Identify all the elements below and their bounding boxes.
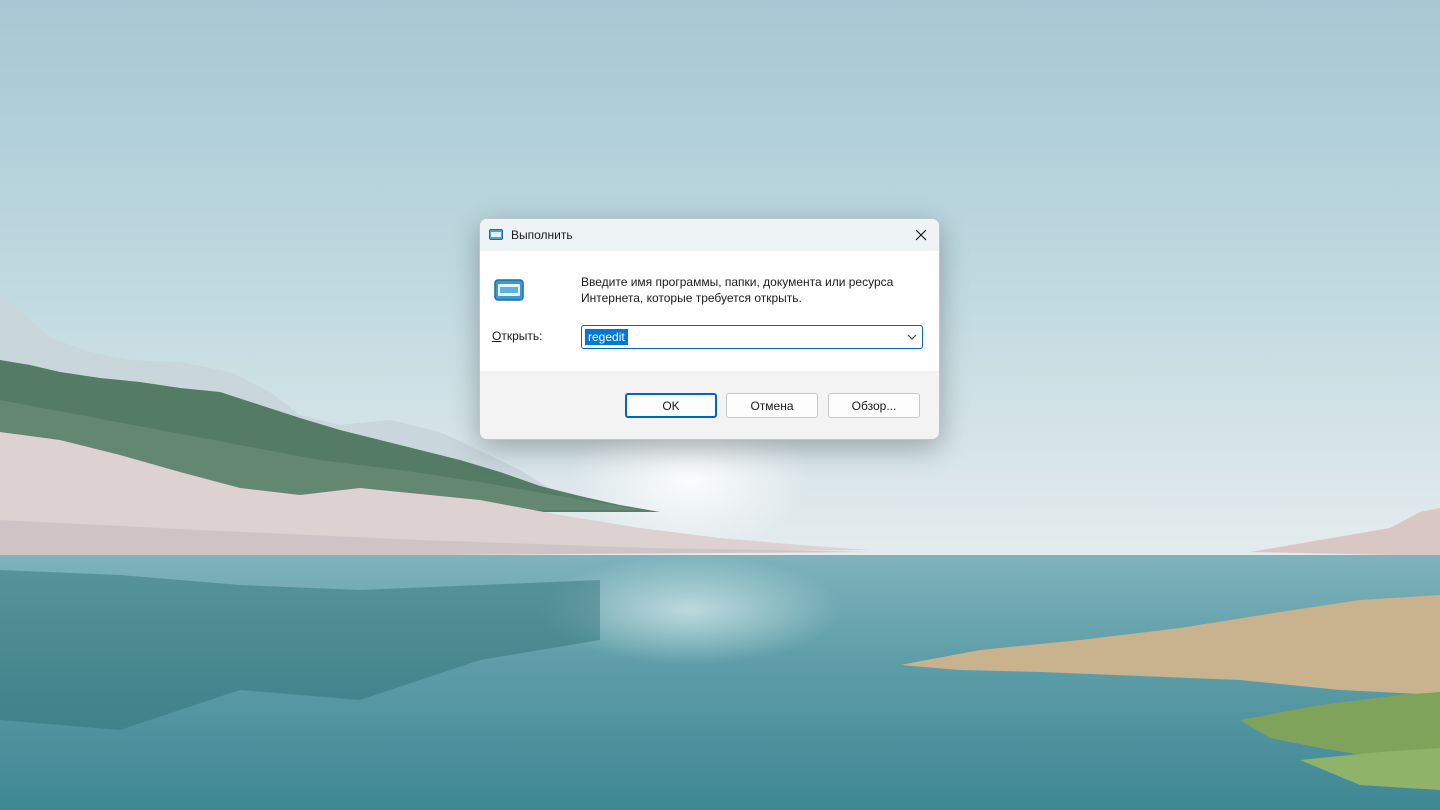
run-icon	[494, 279, 524, 301]
dialog-footer: OK Отмена Обзор...	[480, 371, 939, 439]
window-title: Выполнить	[511, 228, 573, 242]
title-bar[interactable]: Выполнить	[480, 219, 939, 251]
open-label-text: ткрыть:	[501, 329, 543, 343]
close-button[interactable]	[903, 219, 939, 251]
cancel-button[interactable]: Отмена	[726, 393, 818, 418]
dialog-body: Введите имя программы, папки, документа …	[480, 251, 939, 371]
browse-button[interactable]: Обзор...	[828, 393, 920, 418]
run-icon	[489, 229, 503, 240]
open-label-accelerator: О	[492, 329, 502, 343]
close-icon	[915, 229, 927, 241]
desktop: Выполнить Введите имя программы, папки, …	[0, 0, 1440, 810]
run-dialog: Выполнить Введите имя программы, папки, …	[479, 218, 940, 440]
chevron-down-icon[interactable]	[906, 331, 918, 343]
dialog-description: Введите имя программы, папки, документа …	[581, 275, 894, 305]
ok-button[interactable]: OK	[625, 393, 717, 418]
open-label: Открыть:	[492, 329, 542, 343]
open-input[interactable]: regedit	[585, 329, 628, 345]
open-combobox[interactable]: regedit	[581, 325, 923, 349]
